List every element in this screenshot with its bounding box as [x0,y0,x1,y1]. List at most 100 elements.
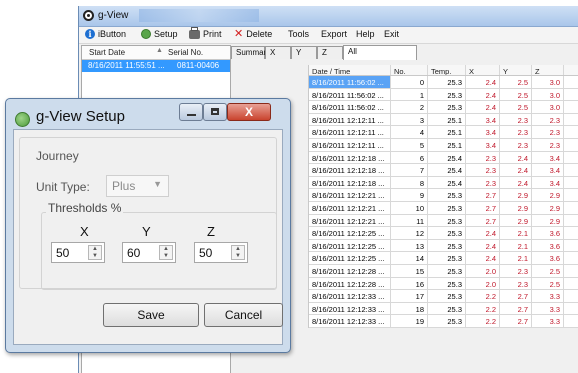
row-pad [564,114,578,126]
table-row[interactable]: 8/16/2011 12:12:25 ... 12 25.3 2.4 2.1 3.6 [309,227,578,240]
row-y: 2.1 [500,252,532,264]
table-row[interactable]: 8/16/2011 12:12:11 ... 4 25.1 3.4 2.3 2.3 [309,126,578,139]
save-button[interactable]: Save [103,303,199,327]
table-row[interactable]: 8/16/2011 12:12:11 ... 3 25.1 3.4 2.3 2.3 [309,113,578,127]
row-pad [564,177,578,189]
row-datetime: 8/16/2011 12:12:11 ... [309,113,391,126]
row-pad [564,303,578,315]
export-menu[interactable]: Export [321,29,347,39]
row-datetime: 8/16/2011 12:12:33 ... [309,302,391,315]
unit-type-select[interactable]: Plus ▼ [106,175,169,197]
start-date-column-header[interactable]: Start Date [89,48,125,57]
x-threshold-value[interactable]: 50 [56,246,69,260]
row-datetime: 8/16/2011 12:12:21 ... [309,201,391,214]
table-row[interactable]: 8/16/2011 12:12:33 ... 17 25.3 2.2 2.7 3.3 [309,290,578,303]
ibutton-menu[interactable]: i iButton [85,29,126,39]
row-number: 11 [391,214,428,227]
x-threshold-spinner[interactable]: 50 ▲ ▼ [51,242,105,263]
spin-down-icon[interactable]: ▼ [232,253,244,259]
exit-menu[interactable]: Exit [384,29,399,39]
row-z: 2.5 [532,277,564,290]
y-threshold-value[interactable]: 60 [127,246,140,260]
table-row[interactable]: 8/16/2011 12:12:18 ... 8 25.4 2.3 2.4 3.4 [309,176,578,190]
print-menu[interactable]: Print [189,26,222,39]
gview-app-icon [83,10,94,21]
spin-down-icon[interactable]: ▼ [89,253,101,259]
main-title-bar[interactable]: g-View [79,6,578,27]
row-y: 2.7 [500,315,532,327]
table-row[interactable]: 8/16/2011 12:12:28 ... 16 25.3 2.0 2.3 2.5 [309,277,578,291]
x-column-header[interactable]: X [466,65,500,75]
row-y: 2.9 [500,214,532,227]
row-pad [564,139,578,151]
row-y: 2.3 [500,264,532,277]
close-button[interactable]: X [227,103,271,121]
spin-up-icon[interactable]: ▲ [232,246,244,252]
spin-down-icon[interactable]: ▼ [160,253,172,259]
serial-column-header[interactable]: Serial No. [168,48,203,57]
tab-strip: Summary X Y Z All [231,45,578,60]
tab-y[interactable]: Y [291,46,317,59]
number-column-header[interactable]: No. [391,65,428,75]
table-row[interactable]: 8/16/2011 12:12:21 ... 10 25.3 2.7 2.9 2.9 [309,201,578,215]
table-row[interactable]: 8/16/2011 12:12:33 ... 19 25.3 2.2 2.7 3.3 [309,315,578,328]
minimize-icon [187,114,196,116]
table-row[interactable]: 8/16/2011 12:12:18 ... 6 25.4 2.3 2.4 3.4 [309,151,578,165]
cancel-button[interactable]: Cancel [204,303,283,327]
row-temp: 25.3 [428,214,466,227]
tools-menu[interactable]: Tools [288,29,309,39]
z-threshold-value[interactable]: 50 [199,246,212,260]
ibutton-label: iButton [98,29,127,39]
row-temp: 25.3 [428,239,466,252]
row-number: 18 [391,302,428,315]
y-threshold-spinner[interactable]: 60 ▲ ▼ [122,242,176,263]
table-row[interactable]: 8/16/2011 11:56:02 ... 1 25.3 2.4 2.5 3.0 [309,88,578,102]
help-menu[interactable]: Help [356,29,375,39]
row-x: 2.3 [466,176,500,189]
table-row[interactable]: 8/16/2011 12:12:28 ... 15 25.3 2.0 2.3 2.5 [309,264,578,278]
row-temp: 25.3 [428,302,466,315]
datetime-column-header[interactable]: Date / Time [309,65,391,75]
row-x: 3.4 [466,138,500,151]
tab-z[interactable]: Z [317,46,343,59]
row-datetime: 8/16/2011 11:56:02 ... [309,88,391,101]
row-number: 8 [391,176,428,189]
table-row[interactable]: 8/16/2011 12:12:25 ... 14 25.3 2.4 2.1 3.6 [309,252,578,265]
z-threshold-spinner[interactable]: 50 ▲ ▼ [194,242,248,263]
device-row[interactable]: 8/16/2011 11:55:51 ... 0811-00406 [82,60,230,72]
table-row[interactable]: 8/16/2011 12:12:21 ... 11 25.3 2.7 2.9 2.9 [309,214,578,228]
x-axis-label: X [80,224,89,239]
readings-grid: Date / Time No. Temp. X Y Z 8/16/2011 11… [308,65,578,328]
row-z: 3.4 [532,176,564,189]
z-spinner-buttons: ▲ ▼ [231,245,245,260]
row-datetime: 8/16/2011 12:12:21 ... [309,214,391,227]
tab-summary[interactable]: Summary [231,46,270,59]
table-row[interactable]: 8/16/2011 12:12:18 ... 7 25.4 2.3 2.4 3.4 [309,164,578,177]
spin-up-icon[interactable]: ▲ [89,246,101,252]
row-x: 2.4 [466,239,500,252]
row-number: 7 [391,164,428,176]
row-number: 14 [391,252,428,264]
table-row[interactable]: 8/16/2011 12:12:11 ... 5 25.1 3.4 2.3 2.3 [309,138,578,152]
table-row[interactable]: 8/16/2011 12:12:25 ... 13 25.3 2.4 2.1 3.6 [309,239,578,253]
row-y: 2.7 [500,290,532,302]
row-z: 2.9 [532,201,564,214]
setup-menu[interactable]: Setup [141,29,178,39]
table-row[interactable]: 8/16/2011 12:12:33 ... 18 25.3 2.2 2.7 3.3 [309,302,578,316]
tab-x[interactable]: X [265,46,291,59]
row-pad [564,202,578,214]
table-row[interactable]: 8/16/2011 12:12:21 ... 9 25.3 2.7 2.9 2.9 [309,189,578,202]
maximize-button[interactable] [203,103,227,121]
table-row[interactable]: 8/16/2011 11:56:02 ... 0 25.3 2.4 2.5 3.0 [309,76,578,89]
delete-menu[interactable]: ✕ Delete [234,29,272,40]
y-column-header[interactable]: Y [500,65,532,75]
maximize-icon [211,108,219,115]
temp-column-header[interactable]: Temp. [428,65,466,75]
tab-all[interactable]: All [343,45,417,60]
minimize-button[interactable] [179,103,203,121]
z-column-header[interactable]: Z [532,65,564,75]
row-z: 3.0 [532,76,564,88]
spin-up-icon[interactable]: ▲ [160,246,172,252]
row-z: 3.3 [532,302,564,315]
table-row[interactable]: 8/16/2011 11:56:02 ... 2 25.3 2.4 2.5 3.0 [309,101,578,114]
